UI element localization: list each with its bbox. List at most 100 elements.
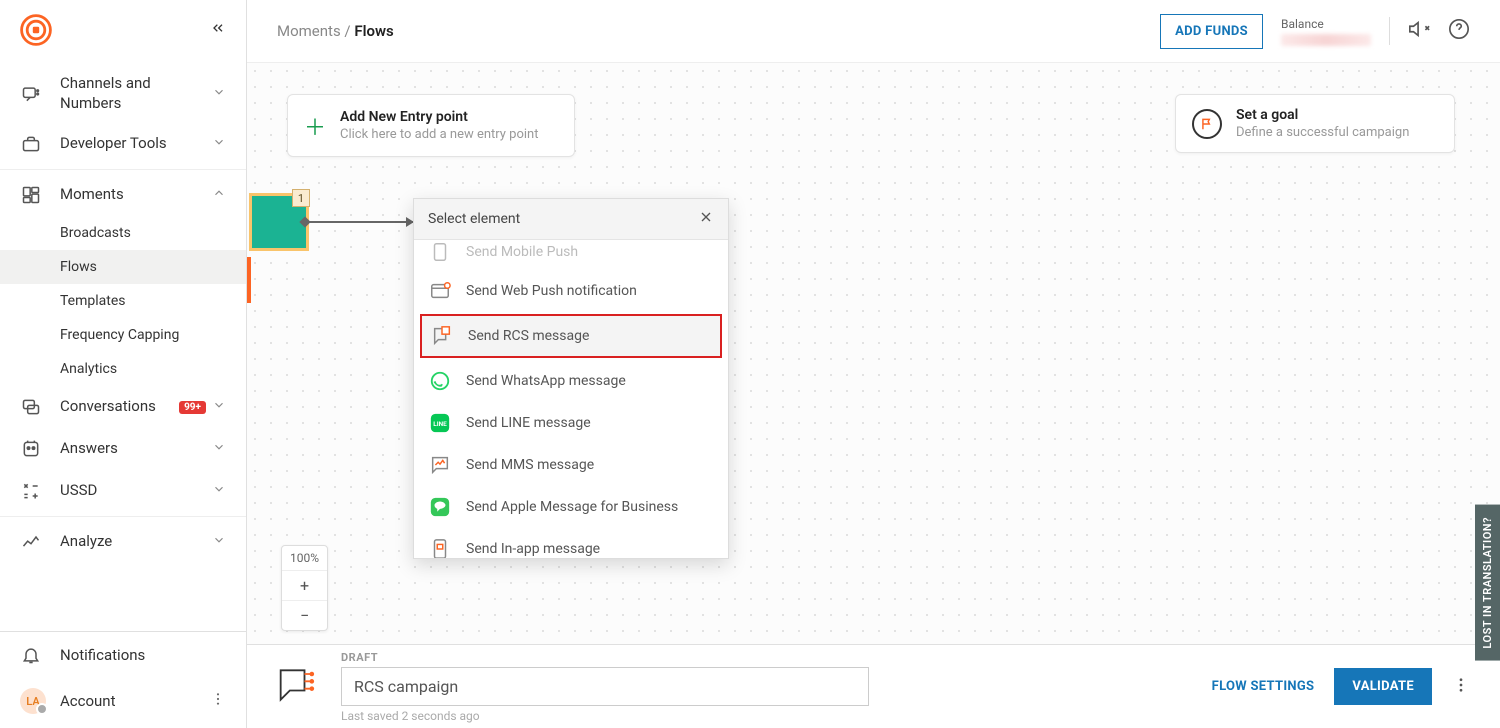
flow-icon xyxy=(277,665,321,709)
nav-label: Channels and Numbers xyxy=(60,74,212,113)
chevron-down-icon xyxy=(212,85,226,103)
element-line[interactable]: LINE Send LINE message xyxy=(414,402,728,444)
flow-name-input[interactable] xyxy=(341,667,869,706)
nav-label: Analyze xyxy=(60,532,212,552)
sidebar-item-conversations[interactable]: Conversations 99+ xyxy=(0,386,246,428)
element-web-push[interactable]: Send Web Push notification xyxy=(414,270,728,312)
translation-tab[interactable]: LOST IN TRANSLATION? xyxy=(1475,505,1500,661)
element-whatsapp[interactable]: Send WhatsApp message xyxy=(414,360,728,402)
inapp-icon xyxy=(428,537,452,558)
apple-message-icon xyxy=(428,495,452,519)
connection-arrow xyxy=(305,221,413,223)
sidebar-item-channels[interactable]: Channels and Numbers xyxy=(0,64,246,123)
trigger-slot[interactable] xyxy=(247,257,251,303)
sidebar-item-devtools[interactable]: Developer Tools xyxy=(0,123,246,165)
flow-settings-button[interactable]: FLOW SETTINGS xyxy=(1212,679,1315,694)
add-entry-point-card[interactable]: ＋ Add New Entry point Click here to add … xyxy=(287,94,575,157)
mms-icon xyxy=(428,453,452,477)
main: Moments / Flows ADD FUNDS Balance ＋ Add … xyxy=(247,0,1500,728)
chevron-down-icon xyxy=(212,533,226,551)
chevron-down-icon xyxy=(212,135,226,153)
sidebar-item-ussd[interactable]: USSD xyxy=(0,470,246,512)
sidebar-account[interactable]: LA Account xyxy=(0,678,246,728)
nav-label: Answers xyxy=(60,439,212,459)
mute-icon[interactable] xyxy=(1408,18,1430,44)
sidebar-item-moments[interactable]: Moments xyxy=(0,174,246,216)
sidebar-sub-broadcasts[interactable]: Broadcasts xyxy=(0,216,246,250)
kebab-icon[interactable] xyxy=(210,691,226,711)
entry-title: Add New Entry point xyxy=(340,109,538,125)
zoom-out-button[interactable]: − xyxy=(282,600,327,630)
rcs-icon xyxy=(430,324,454,348)
zoom-control: 100% + − xyxy=(281,545,328,631)
kebab-icon[interactable] xyxy=(1452,676,1470,698)
balance-label: Balance xyxy=(1281,17,1371,31)
chevron-down-icon xyxy=(212,440,226,458)
web-push-icon xyxy=(428,279,452,303)
flow-canvas[interactable]: ＋ Add New Entry point Click here to add … xyxy=(247,62,1500,644)
analyze-icon xyxy=(20,531,42,553)
svg-text:LINE: LINE xyxy=(433,420,447,428)
balance-block: Balance xyxy=(1281,17,1371,46)
chevron-down-icon xyxy=(212,482,226,500)
goal-title: Set a goal xyxy=(1236,107,1409,123)
notifications-label: Notifications xyxy=(60,646,145,664)
nav-label: Conversations xyxy=(60,397,179,417)
goal-subtitle: Define a successful campaign xyxy=(1236,125,1409,140)
sidebar-notifications[interactable]: Notifications xyxy=(0,632,246,678)
topbar: Moments / Flows ADD FUNDS Balance xyxy=(247,0,1500,62)
sidebar-collapse-icon[interactable] xyxy=(210,20,226,40)
zoom-in-button[interactable]: + xyxy=(282,570,327,600)
answers-icon xyxy=(20,438,42,460)
bell-icon xyxy=(20,644,42,666)
flag-icon xyxy=(1192,109,1222,139)
set-goal-card[interactable]: Set a goal Define a successful campaign xyxy=(1175,94,1455,153)
breadcrumb-current: Flows xyxy=(354,22,393,40)
conversations-icon xyxy=(20,396,42,418)
sidebar-sub-frequency[interactable]: Frequency Capping xyxy=(0,318,246,352)
plus-icon: ＋ xyxy=(304,110,326,142)
toolbox-icon xyxy=(20,133,42,155)
ussd-icon xyxy=(20,480,42,502)
breadcrumb-parent[interactable]: Moments xyxy=(277,22,341,40)
sidebar-item-answers[interactable]: Answers xyxy=(0,428,246,470)
element-inapp[interactable]: Send In-app message xyxy=(414,528,728,558)
avatar: LA xyxy=(20,688,46,714)
nav-label: Developer Tools xyxy=(60,134,212,154)
balance-value-redacted xyxy=(1281,34,1371,46)
channels-icon xyxy=(20,83,42,105)
breadcrumb: Moments / Flows xyxy=(277,22,394,40)
chevron-down-icon xyxy=(212,398,226,416)
brand-logo[interactable] xyxy=(20,14,52,46)
moments-icon xyxy=(20,184,42,206)
nav-label: Moments xyxy=(60,185,212,205)
nav-label: USSD xyxy=(60,481,212,501)
add-funds-button[interactable]: ADD FUNDS xyxy=(1160,14,1263,49)
close-icon[interactable] xyxy=(698,209,714,229)
element-mobile-push[interactable]: Send Mobile Push xyxy=(414,240,728,270)
last-saved: Last saved 2 seconds ago xyxy=(341,709,1192,723)
popover-title: Select element xyxy=(428,211,520,227)
mobile-push-icon xyxy=(428,240,452,264)
sidebar-sub-templates[interactable]: Templates xyxy=(0,284,246,318)
whatsapp-icon xyxy=(428,369,452,393)
sidebar-sub-analytics[interactable]: Analytics xyxy=(0,352,246,386)
chevron-up-icon xyxy=(212,186,226,204)
element-apple-business[interactable]: Send Apple Message for Business xyxy=(414,486,728,528)
draft-label: DRAFT xyxy=(341,651,1192,664)
line-icon: LINE xyxy=(428,411,452,435)
entry-subtitle: Click here to add a new entry point xyxy=(340,127,538,142)
popover-list[interactable]: Send Mobile Push Send Web Push notificat… xyxy=(414,240,728,558)
element-mms[interactable]: Send MMS message xyxy=(414,444,728,486)
sidebar: Channels and Numbers Developer Tools Mom… xyxy=(0,0,247,728)
element-rcs[interactable]: Send RCS message xyxy=(420,314,722,358)
zoom-level: 100% xyxy=(282,546,327,570)
node-count-badge: 1 xyxy=(292,189,310,207)
sidebar-item-analyze[interactable]: Analyze xyxy=(0,521,246,563)
footer: DRAFT Last saved 2 seconds ago FLOW SETT… xyxy=(247,644,1500,728)
account-label: Account xyxy=(60,692,116,710)
sidebar-sub-flows[interactable]: Flows xyxy=(0,250,246,284)
divider xyxy=(1389,17,1390,45)
validate-button[interactable]: VALIDATE xyxy=(1334,668,1432,705)
help-icon[interactable] xyxy=(1448,18,1470,44)
